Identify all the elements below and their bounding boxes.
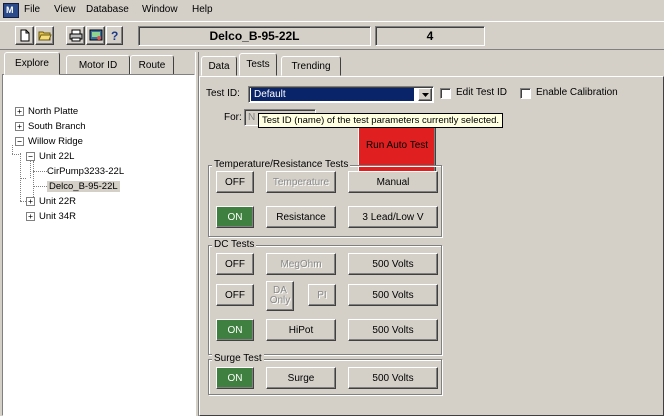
da-pi-volts-button[interactable]: 500 Volts [348, 284, 438, 306]
menu-database[interactable]: Database [86, 4, 129, 15]
svg-text:?: ? [111, 29, 118, 42]
tab-tests[interactable]: Tests [239, 53, 277, 76]
enable-calibration-checkbox[interactable] [520, 88, 531, 99]
open-button[interactable] [35, 26, 54, 45]
test-id-tooltip: Test ID (name) of the test parameters cu… [258, 113, 504, 128]
open-icon [37, 31, 52, 41]
megohm-volts-button[interactable]: 500 Volts [348, 253, 438, 275]
toolbar: ? Delco_B-95-22L 4 [0, 22, 664, 50]
app-icon[interactable]: M [3, 3, 19, 18]
tree-node-unit-22r[interactable]: + Unit 22R [26, 195, 76, 208]
tree-node-willow-ridge[interactable]: − Willow Ridge [15, 135, 83, 148]
megohm-state-button[interactable]: OFF [216, 253, 254, 275]
tab-route[interactable]: Route [130, 55, 174, 75]
chevron-down-icon[interactable] [418, 88, 432, 101]
for-label: For: [224, 112, 242, 123]
right-panel: Data Tests Trending Test ID: Default Edi… [199, 52, 664, 416]
pi-button[interactable]: PI [308, 284, 336, 306]
help-button[interactable]: ? [106, 26, 123, 45]
tree-node-north-platte[interactable]: + North Platte [15, 105, 78, 118]
menu-view[interactable]: View [54, 4, 76, 15]
config-icon [89, 29, 102, 41]
menu-bar: M File View Database Window Help [0, 0, 664, 22]
test-id-label: Test ID: [206, 88, 240, 99]
megohm-button[interactable]: MegOhm [266, 253, 336, 275]
tree-node-unit-22l[interactable]: − Unit 22L [26, 150, 74, 163]
tab-explore[interactable]: Explore [4, 52, 60, 75]
surge-state-button[interactable]: ON [216, 367, 254, 389]
temperature-state-button[interactable]: OFF [216, 171, 254, 193]
surge-test-title: Surge Test [212, 353, 264, 364]
collapse-icon[interactable]: − [15, 137, 24, 146]
tab-trending[interactable]: Trending [281, 56, 341, 76]
new-button[interactable] [15, 26, 34, 45]
temperature-button[interactable]: Temperature [266, 171, 336, 193]
da-pi-state-button[interactable]: OFF [216, 284, 254, 306]
dc-tests-title: DC Tests [212, 239, 257, 250]
count-field: 4 [375, 26, 485, 46]
collapse-icon[interactable]: − [26, 152, 35, 161]
expand-icon[interactable]: + [15, 107, 24, 116]
temperature-resistance-title: Temperature/Resistance Tests [212, 159, 351, 170]
enable-calibration-label: Enable Calibration [536, 87, 618, 98]
menu-window[interactable]: Window [142, 4, 178, 15]
tests-tab-content: Test ID: Default Edit Test ID Enable Cal… [199, 76, 664, 416]
menu-help[interactable]: Help [192, 4, 213, 15]
new-icon [20, 29, 30, 42]
resistance-mode-button[interactable]: 3 Lead/Low V [348, 206, 438, 228]
menu-file[interactable]: File [24, 4, 40, 15]
left-panel: Explore Motor ID Route + North Platte + … [2, 52, 195, 416]
resistance-state-button[interactable]: ON [216, 206, 254, 228]
edit-test-id-checkbox[interactable] [440, 88, 451, 99]
tree-node-south-branch[interactable]: + South Branch [15, 120, 86, 133]
tab-motor-id[interactable]: Motor ID [66, 55, 130, 75]
tab-data[interactable]: Data [201, 56, 237, 76]
tree-node-delco[interactable]: Delco_B-95-22L [47, 180, 120, 193]
da-only-button[interactable]: DA Only [266, 281, 294, 311]
test-id-value: Default [251, 88, 414, 101]
motor-name-field: Delco_B-95-22L [138, 26, 371, 46]
hipot-state-button[interactable]: ON [216, 319, 254, 341]
expand-icon[interactable]: + [26, 212, 35, 221]
test-id-select[interactable]: Default [248, 86, 434, 103]
help-icon: ? [111, 29, 118, 42]
print-icon [69, 29, 82, 42]
tree-node-unit-34r[interactable]: + Unit 34R [26, 210, 76, 223]
resistance-button[interactable]: Resistance [266, 206, 336, 228]
surge-button[interactable]: Surge [266, 367, 336, 389]
edit-test-id-label: Edit Test ID [456, 87, 507, 98]
hipot-volts-button[interactable]: 500 Volts [348, 319, 438, 341]
config-button[interactable] [86, 26, 105, 45]
expand-icon[interactable]: + [26, 197, 35, 206]
surge-volts-button[interactable]: 500 Volts [348, 367, 438, 389]
tree-node-cirpump[interactable]: CirPump3233-22L [47, 165, 124, 178]
temperature-mode-button[interactable]: Manual [348, 171, 438, 193]
hipot-button[interactable]: HiPot [266, 319, 336, 341]
tree-view: + North Platte + South Branch − Willow R… [2, 74, 195, 416]
print-button[interactable] [66, 26, 85, 45]
expand-icon[interactable]: + [15, 122, 24, 131]
